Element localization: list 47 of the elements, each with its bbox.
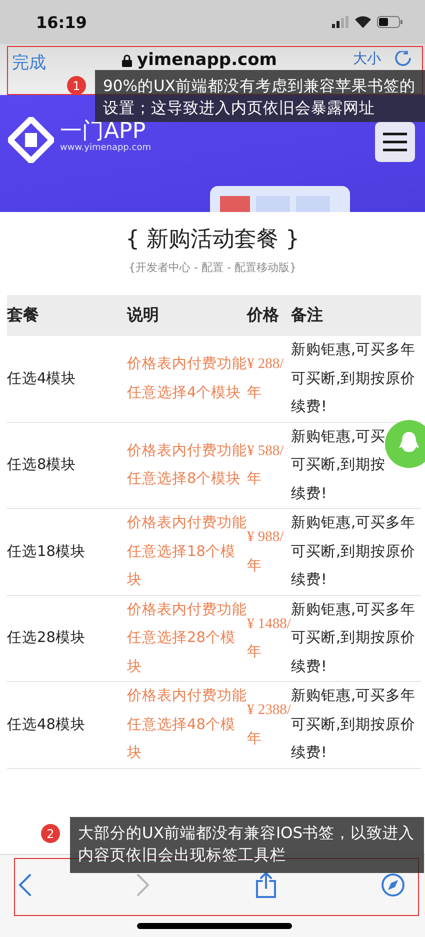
column-header: 说明 [127, 295, 247, 336]
lock-icon [122, 54, 132, 66]
logo-icon [8, 117, 54, 163]
status-time: 16:19 [36, 12, 87, 32]
annotation-note: 90%的UX前端都没有考虑到兼容苹果书签的设置；这导致进入内页依旧会暴露网址 [95, 70, 425, 122]
price-cell: ¥ 988/年 [247, 509, 291, 596]
package-cell: 任选18模块 [7, 509, 127, 596]
package-cell: 任选8模块 [7, 422, 127, 509]
annotation-badge: 2 [41, 824, 60, 843]
note-cell: 新购钜惠,可买多年可买断,到期按原价续费! [291, 509, 421, 596]
annotation-note: 大部分的UX前端都没有兼容IOS书签，以致进入内容页依旧会出现标签工具栏 [70, 817, 424, 873]
description-cell: 价格表内付费功能任意选择18个模块 [127, 509, 247, 596]
done-button[interactable]: 完成 [12, 51, 46, 74]
description-cell: 价格表内付费功能任意选择28个模块 [127, 596, 247, 682]
column-header: 套餐 [7, 295, 127, 336]
description-cell: 价格表内付费功能任意选择8个模块 [127, 422, 247, 509]
note-line: 新购钜惠,可买 [291, 428, 386, 446]
price-cell: ¥ 588/年 [247, 422, 291, 509]
back-button[interactable] [18, 873, 32, 897]
note-line: 可买断,到期按 [291, 456, 386, 475]
price-cell: ¥ 288/年 [247, 336, 291, 422]
column-header: 备注 [291, 295, 421, 336]
note-line: 续费! [291, 484, 327, 504]
package-cell: 任选48模块 [7, 682, 127, 768]
menu-icon [383, 132, 407, 152]
package-cell: 任选4模块 [7, 336, 127, 422]
note-cell: 新购钜惠,可买多年可买断,到期按原价续费! [291, 682, 421, 768]
menu-button[interactable] [375, 122, 415, 162]
signal-icon [332, 16, 349, 28]
price-cell: ¥ 1488/年 [247, 596, 291, 682]
description-cell: 价格表内付费功能任意选择48个模块 [127, 682, 247, 768]
logo-url: www.yimenapp.com [60, 143, 151, 153]
price-cell: ¥ 2388/年 [247, 682, 291, 768]
wifi-icon [355, 16, 371, 28]
battery-icon [377, 16, 403, 28]
note-cell: 新购钜惠,可买多年可买断,到期按原价续费! [291, 596, 421, 682]
column-header: 价格 [247, 295, 291, 336]
reload-button[interactable] [395, 51, 413, 67]
url-text[interactable]: yimenapp.com [137, 51, 277, 69]
logo-name: 一门APP [60, 121, 146, 143]
share-button[interactable] [254, 871, 277, 899]
section-title: { 新购活动套餐 } [124, 226, 300, 254]
description-cell: 价格表内付费功能任意选择4个模块 [127, 336, 247, 422]
package-cell: 任选28模块 [7, 596, 127, 682]
compass-button[interactable] [380, 873, 405, 897]
text-size-button[interactable]: 大小 [353, 51, 381, 67]
section-subtitle: {开发者中心 - 配置 - 配置移动版} [128, 260, 298, 275]
